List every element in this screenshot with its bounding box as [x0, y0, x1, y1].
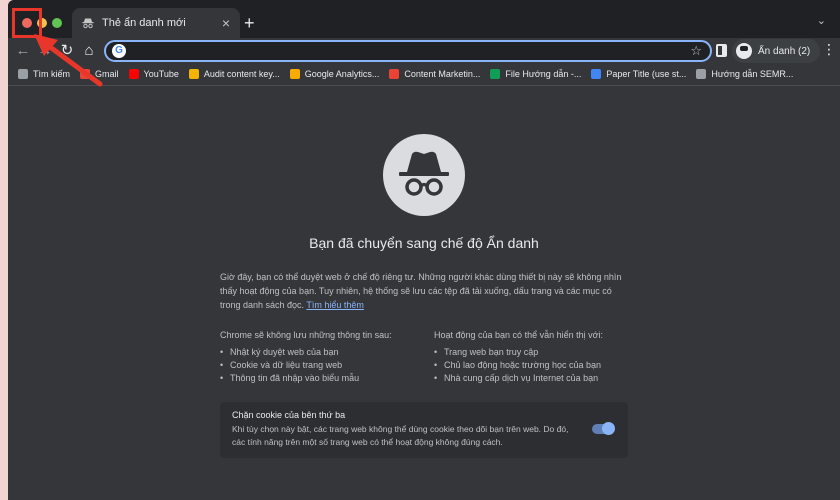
incognito-icon: [82, 18, 94, 29]
incognito-page: Bạn đã chuyển sang chế độ Ẩn danh Giờ đâ…: [8, 86, 840, 500]
bookmark-label: Paper Title (use st...: [606, 69, 687, 79]
cookie-title: Chặn cookie của bên thứ ba: [232, 410, 346, 420]
bookmark-label: YouTube: [143, 69, 179, 79]
bookmark-item[interactable]: Audit content key...: [188, 69, 280, 79]
more-menu-icon[interactable]: ⋮: [822, 42, 836, 56]
cookie-description: Khi tùy chọn này bật, các trang web khôn…: [232, 424, 569, 447]
bookmark-favicon-icon: [18, 69, 28, 79]
new-tab-button[interactable]: +: [244, 14, 255, 32]
list-item: Cookie và dữ liệu trang web: [220, 359, 420, 372]
bookmark-item[interactable]: Hướng dẫn SEMR...: [696, 69, 793, 79]
bookmark-item[interactable]: Google Analytics...: [289, 69, 380, 79]
side-panel-icon[interactable]: [716, 44, 727, 57]
learn-more-link[interactable]: Tìm hiểu thêm: [306, 300, 364, 310]
list-item: Thông tin đã nhập vào biểu mẫu: [220, 372, 420, 385]
bookmarks-bar: Tìm kiếm Gmail YouTube Audit content key...…: [8, 64, 840, 84]
bookmark-favicon-icon: [696, 69, 707, 79]
incognito-hero-icon: [383, 134, 465, 216]
tab-list-button[interactable]: ⌄: [817, 14, 826, 27]
not-saved-section: Chrome sẽ không lưu những thông tin sau:…: [220, 330, 420, 385]
browser-window: Thẻ ẩn danh mới × + ⌄ ← → ↻ ⌂ G ☆ Ẩn dan…: [8, 0, 840, 500]
bookmark-favicon-icon: [289, 69, 300, 79]
bookmark-item[interactable]: Paper Title (use st...: [591, 69, 686, 79]
bookmark-label: Google Analytics...: [304, 69, 380, 79]
bookmark-favicon-icon: [188, 69, 199, 79]
incognito-icon: [399, 151, 449, 196]
bookmark-label: Content Marketin...: [404, 69, 481, 79]
bookmark-star-icon[interactable]: ☆: [690, 43, 702, 59]
page-title: Bạn đã chuyển sang chế độ Ẩn danh: [309, 235, 539, 251]
bookmark-favicon-icon: [591, 69, 602, 79]
annotation-arrow-icon: [34, 34, 103, 87]
toggle-knob: [602, 422, 615, 435]
google-icon: G: [112, 44, 126, 58]
profile-label: Ẩn danh (2): [758, 45, 811, 57]
third-party-cookie-card: Chặn cookie của bên thứ ba Khi tùy chọn …: [220, 402, 628, 458]
intro-text: Giờ đây, bạn có thể duyệt web ở chế độ r…: [220, 272, 622, 310]
list-item: Trang web bạn truy cập: [434, 346, 634, 359]
bookmark-label: Hướng dẫn SEMR...: [711, 69, 794, 79]
bookmark-favicon-icon: [389, 69, 400, 79]
incognito-avatar-icon: [736, 43, 752, 59]
visible-to-title: Hoạt động của bạn có thể vẫn hiển thị vớ…: [434, 330, 604, 340]
tab-title: Thẻ ẩn danh mới: [102, 17, 186, 29]
tab-strip: Thẻ ẩn danh mới × + ⌄: [8, 0, 840, 38]
bookmark-label: Audit content key...: [203, 69, 280, 79]
list-item: Nhật ký duyệt web của bạn: [220, 346, 420, 359]
bookmark-favicon-icon: [490, 69, 501, 79]
cookie-block-toggle[interactable]: [592, 422, 615, 435]
visible-to-section: Hoạt động của bạn có thể vẫn hiển thị vớ…: [434, 330, 634, 385]
list-item: Chủ lao động hoặc trường học của bạn: [434, 359, 634, 372]
address-bar[interactable]: G ☆: [104, 40, 712, 62]
bookmark-item[interactable]: Content Marketin...: [389, 69, 480, 79]
incognito-profile-button[interactable]: Ẩn danh (2): [732, 39, 820, 63]
close-icon[interactable]: ×: [222, 16, 230, 30]
intro-paragraph: Giờ đây, bạn có thể duyệt web ở chế độ r…: [220, 270, 632, 312]
list-item: Nhà cung cấp dịch vụ Internet của bạn: [434, 372, 634, 385]
bookmark-favicon-icon: [128, 69, 139, 79]
bookmark-item[interactable]: File Hướng dẫn -...: [490, 69, 581, 79]
not-saved-title: Chrome sẽ không lưu những thông tin sau:: [220, 330, 392, 340]
bookmark-label: File Hướng dẫn -...: [505, 69, 582, 79]
toolbar: ← → ↻ ⌂ G ☆ Ẩn danh (2) ⋮: [8, 38, 840, 64]
maximize-window-button[interactable]: [52, 18, 62, 28]
bookmark-item[interactable]: YouTube: [128, 69, 179, 79]
